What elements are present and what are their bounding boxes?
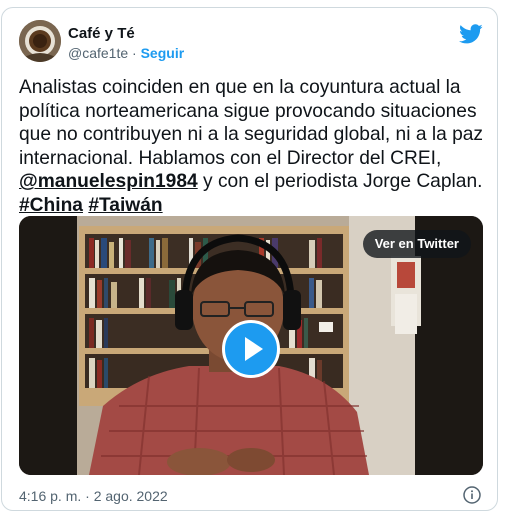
twitter-bird-icon[interactable] (459, 22, 483, 46)
follow-button[interactable]: Seguir (141, 45, 185, 61)
tweet-text: Analistas coinciden en que en la coyuntu… (19, 76, 489, 218)
hashtag-link-china[interactable]: #China (19, 195, 83, 216)
info-icon[interactable] (463, 486, 481, 504)
tweet-card[interactable]: Café y Té @cafe1te · Seguir Analistas co… (1, 7, 498, 511)
separator-dot: · (132, 45, 137, 61)
tweet-text-body-2: y con el periodista Jorge Caplan. (197, 171, 483, 193)
video-player[interactable]: Ver en Twitter (19, 216, 483, 475)
view-on-twitter-button[interactable]: Ver en Twitter (362, 230, 471, 258)
tweet-timestamp[interactable]: 4:16 p. m. · 2 ago. 2022 (19, 488, 168, 504)
author-handle[interactable]: @cafe1te (68, 45, 128, 61)
play-icon (245, 337, 263, 361)
author-subline: @cafe1te · Seguir (68, 45, 184, 61)
mention-link[interactable]: @manuelespin1984 (19, 171, 198, 192)
author-name[interactable]: Café y Té (68, 25, 135, 42)
hashtag-link-taiwan[interactable]: #Taiwán (88, 195, 162, 216)
avatar-image (19, 20, 61, 62)
play-button[interactable] (222, 320, 280, 378)
tweet-text-body: Analistas coinciden en que en la coyuntu… (19, 77, 484, 169)
avatar[interactable] (19, 20, 61, 62)
